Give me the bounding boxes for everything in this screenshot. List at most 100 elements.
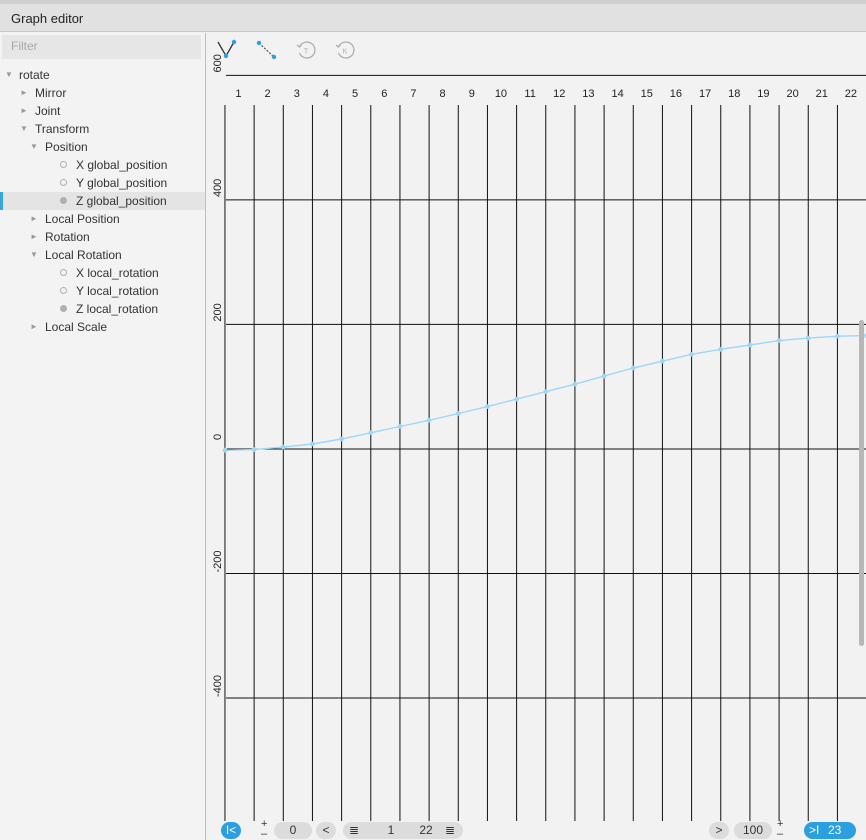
tree-item-label: X global_position — [76, 158, 168, 172]
y-tick-label: -400 — [212, 675, 224, 697]
tree-item[interactable]: ▼ Local Rotation — [0, 246, 205, 264]
vertical-scrollbar[interactable] — [859, 320, 864, 646]
expanded-arrow-icon[interactable]: ▼ — [5, 66, 13, 84]
curve-keyframe-point[interactable] — [368, 430, 374, 436]
x-tick-label: 19 — [757, 88, 769, 100]
tree-item-label: X local_rotation — [76, 266, 159, 280]
expanded-arrow-icon[interactable]: ▼ — [30, 138, 38, 156]
start-value-field[interactable]: 0 — [274, 822, 312, 839]
first-key-button[interactable]: I< — [221, 822, 241, 839]
x-tick-label: 13 — [582, 88, 594, 100]
tree-item-label: Z global_position — [76, 194, 167, 208]
curve-keyframe-point[interactable] — [747, 342, 753, 348]
timeline-bar: I< + – 0 < ≣ 1 22 ≣ > 100 + – >I 23 — [206, 818, 866, 840]
expanded-arrow-icon[interactable]: ▼ — [30, 246, 38, 264]
curve-keyframe-point[interactable] — [251, 447, 257, 452]
x-tick-label: 8 — [440, 88, 446, 100]
tree-item-label: Local Position — [45, 212, 120, 226]
next-button[interactable]: > — [709, 822, 729, 839]
x-tick-label: 20 — [786, 88, 798, 100]
curve-keyframe-point[interactable] — [835, 333, 840, 339]
x-tick-label: 14 — [611, 88, 623, 100]
x-tick-label: 5 — [352, 88, 358, 100]
filter-box[interactable] — [2, 35, 201, 59]
collapsed-arrow-icon[interactable]: ► — [30, 318, 38, 336]
x-tick-label: 12 — [553, 88, 565, 100]
tree-item[interactable]: ► Mirror — [0, 84, 205, 102]
x-tick-label: 6 — [381, 88, 387, 100]
tree-item[interactable]: Z global_position — [0, 192, 205, 210]
collapsed-arrow-icon[interactable]: ► — [30, 210, 38, 228]
curve-keyframe-point[interactable] — [222, 447, 228, 453]
range-end-handle-icon[interactable]: ≣ — [445, 822, 455, 839]
curve-keyframe-point[interactable] — [660, 358, 665, 364]
last-key-button[interactable]: >I — [809, 822, 819, 839]
tree-item[interactable]: Y global_position — [0, 174, 205, 192]
tree-item[interactable]: Z local_rotation — [0, 300, 205, 318]
curve-keyframe-point[interactable] — [280, 444, 286, 450]
curve-inactive-dot-icon[interactable] — [60, 161, 67, 168]
zoom-field[interactable]: 100 — [734, 822, 772, 839]
tree-item[interactable]: ▼ rotate — [0, 66, 205, 84]
curve-inactive-dot-icon[interactable] — [60, 287, 67, 294]
increment-icon[interactable]: + — [261, 819, 267, 830]
tree-item[interactable]: ▼ Transform — [0, 120, 205, 138]
curve-keyframe-point[interactable] — [455, 411, 461, 416]
curve-keyframe-point[interactable] — [514, 396, 520, 402]
curve-keyframe-point[interactable] — [426, 417, 432, 423]
collapsed-arrow-icon[interactable]: ► — [30, 228, 38, 246]
last-frame-value: 23 — [828, 823, 842, 837]
tree-item-label: Mirror — [35, 86, 67, 100]
collapsed-arrow-icon[interactable]: ► — [20, 84, 28, 102]
decrement-icon[interactable]: – — [261, 829, 267, 840]
last-frame-field[interactable]: >I 23 — [804, 822, 856, 839]
range-slider[interactable]: ≣ 1 22 ≣ — [343, 822, 463, 839]
property-tree: ▼ rotate ► Mirror ► Joint ▼ Transform ▼ Position X… — [0, 66, 205, 336]
x-tick-label: 4 — [323, 88, 329, 100]
curve-keyframe-point[interactable] — [601, 373, 607, 379]
curve-inactive-dot-icon[interactable] — [60, 269, 67, 276]
curve-keyframe-point[interactable] — [805, 335, 811, 341]
tree-item[interactable]: ► Local Position — [0, 210, 205, 228]
curve-keyframe-point[interactable] — [572, 381, 578, 387]
x-tick-label: 16 — [670, 88, 682, 100]
curve-graph[interactable]: 1 2 3 4 5 6 7 8 9 10 11 12 13 14 15 16 17 18 19 20 21 2260040… — [206, 33, 866, 840]
zoom-decrement-icon[interactable]: – — [777, 829, 783, 840]
curve-keyframe-point[interactable] — [310, 441, 315, 447]
tree-item[interactable]: ► Rotation — [0, 228, 205, 246]
curve-active-dot-icon[interactable] — [60, 197, 67, 204]
curve-keyframe-point[interactable] — [397, 424, 403, 429]
curve-keyframe-point[interactable] — [630, 365, 636, 371]
x-tick-label: 7 — [410, 88, 416, 100]
tree-item-label: Y global_position — [76, 176, 168, 190]
curve-keyframe-point[interactable] — [543, 389, 549, 395]
tree-item-label: rotate — [19, 68, 50, 82]
tree-item[interactable]: ▼ Position — [0, 138, 205, 156]
tree-item[interactable]: ► Joint — [0, 102, 205, 120]
collapsed-arrow-icon[interactable]: ► — [20, 102, 28, 120]
zoom-increment-icon[interactable]: + — [777, 819, 783, 830]
curve-keyframe-point[interactable] — [776, 338, 782, 344]
tree-item[interactable]: X global_position — [0, 156, 205, 174]
x-tick-label: 15 — [641, 88, 653, 100]
prev-button[interactable]: < — [316, 822, 336, 839]
y-tick-label: 0 — [212, 434, 224, 440]
curve-keyframe-point[interactable] — [339, 436, 345, 442]
tree-item[interactable]: Y local_rotation — [0, 282, 205, 300]
range-start-value: 1 — [387, 823, 395, 837]
x-tick-label: 22 — [845, 88, 857, 100]
filter-input[interactable] — [2, 35, 191, 57]
curve-keyframe-point[interactable] — [689, 351, 694, 357]
curve-active-dot-icon[interactable] — [60, 305, 67, 312]
tree-item[interactable]: X local_rotation — [0, 264, 205, 282]
panel-title: Graph editor — [11, 11, 84, 26]
curve-inactive-dot-icon[interactable] — [60, 179, 67, 186]
x-tick-label: 10 — [495, 88, 507, 100]
range-end-value: 22 — [419, 823, 433, 837]
range-start-handle-icon[interactable]: ≣ — [349, 822, 359, 839]
expanded-arrow-icon[interactable]: ▼ — [20, 120, 28, 138]
tree-item[interactable]: ► Local Scale — [0, 318, 205, 336]
tree-item-label: Local Rotation — [45, 248, 122, 262]
curve-keyframe-point[interactable] — [718, 346, 724, 352]
curve-keyframe-point[interactable] — [485, 404, 490, 410]
